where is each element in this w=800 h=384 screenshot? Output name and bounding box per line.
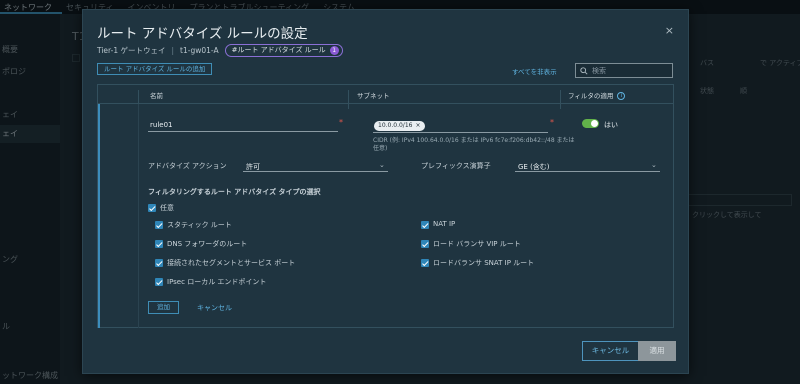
advertise-action-label: アドバタイズ アクション xyxy=(148,162,227,170)
dns-forwarder-checkbox[interactable] xyxy=(155,240,163,248)
subnet-hint: CIDR (例: IPv4 100.64.0.0/16 または IPv6 fc7… xyxy=(373,137,575,152)
ipsec-endpoint-checkbox[interactable] xyxy=(155,278,163,286)
close-icon[interactable]: × xyxy=(665,24,674,37)
route-advertisement-dialog: ルート アドバタイズ ルールの設定 × Tier-1 ゲートウェイ | t1-g… xyxy=(82,9,689,374)
rules-table: 名前 サブネット フィルタの適用 i rule01 * 10.0.0.0/16 × … xyxy=(97,84,674,328)
lb-vip-label: ロード バランサ VIP ルート xyxy=(433,240,521,248)
column-header-filter: フィルタの適用 i xyxy=(568,90,626,100)
breadcrumb: Tier-1 ゲートウェイ | t1-gw01-A #ルート アドバタイズ ルー… xyxy=(97,44,343,57)
connected-segment-checkbox[interactable] xyxy=(155,259,163,267)
filter-toggle[interactable] xyxy=(582,119,599,128)
dialog-title: ルート アドバタイズ ルールの設定 xyxy=(97,26,308,42)
table-header: 名前 サブネット フィルタの適用 i xyxy=(98,85,673,109)
search-placeholder: 検索 xyxy=(592,66,606,75)
rule-pill-label: #ルート アドバタイズ ルール xyxy=(231,46,326,54)
remove-chip-icon[interactable]: × xyxy=(415,122,420,129)
info-icon[interactable]: i xyxy=(617,92,626,100)
static-route-checkbox[interactable] xyxy=(155,221,163,229)
hide-all-link[interactable]: すべてを非表示 xyxy=(512,66,557,76)
row-column-divider xyxy=(138,104,139,328)
prefix-operator-select[interactable] xyxy=(515,171,660,172)
rule-count-badge: 1 xyxy=(329,46,339,55)
gateway-type-label: Tier-1 ゲートウェイ xyxy=(97,46,166,55)
cancel-link[interactable]: キャンセル xyxy=(197,303,232,313)
chevron-down-icon[interactable]: ⌄ xyxy=(379,161,385,169)
prefix-operator-label: プレフィックス演算子 xyxy=(421,162,491,170)
add-route-rule-button[interactable]: ルート アドバタイズ ルールの追加 xyxy=(97,63,213,75)
filter-toggle-label: はい xyxy=(604,121,618,129)
ipsec-endpoint-label: IPsec ローカル エンドポイント xyxy=(167,278,267,286)
nat-ip-checkbox[interactable] xyxy=(421,221,429,229)
rule-name-input[interactable] xyxy=(148,131,338,132)
search-icon xyxy=(580,66,588,75)
subnet-chip: 10.0.0.0/16 × xyxy=(374,121,425,131)
breadcrumb-separator: | xyxy=(171,46,175,55)
nat-ip-label: NAT IP xyxy=(433,220,456,228)
lb-snat-label: ロードバランサ SNAT IP ルート xyxy=(433,259,535,267)
gateway-name-label: t1-gw01-A xyxy=(180,46,219,55)
lb-snat-checkbox[interactable] xyxy=(421,259,429,267)
row-edit-indicator xyxy=(98,104,100,328)
subnet-chip-label: 10.0.0.0/16 xyxy=(378,122,413,129)
subnet-input[interactable] xyxy=(373,132,548,133)
cancel-button[interactable]: キャンセル xyxy=(582,341,639,361)
add-button[interactable]: 追加 xyxy=(148,301,179,314)
static-route-label: スタティック ルート xyxy=(167,221,232,229)
dns-forwarder-label: DNS フォワーダのルート xyxy=(167,240,248,248)
search-input[interactable]: 検索 xyxy=(575,63,673,78)
column-header-subnet: サブネット xyxy=(357,92,390,100)
connected-segment-label: 接続されたセグメントとサービス ポート xyxy=(167,259,296,267)
lb-vip-checkbox[interactable] xyxy=(421,240,429,248)
chevron-down-icon[interactable]: ⌄ xyxy=(651,161,657,169)
advertise-action-select[interactable] xyxy=(243,171,388,172)
filter-header-label: フィルタの適用 xyxy=(568,92,614,100)
required-marker: * xyxy=(550,118,554,127)
rule-count-pill: #ルート アドバタイズ ルール 1 xyxy=(224,44,343,57)
any-checkbox-label: 任意 xyxy=(160,204,174,212)
column-separator xyxy=(348,90,349,109)
any-checkbox[interactable] xyxy=(148,204,156,212)
rule-name-value: rule01 xyxy=(150,121,173,129)
column-header-name: 名前 xyxy=(150,92,163,100)
required-marker: * xyxy=(339,118,343,127)
apply-button[interactable]: 適用 xyxy=(638,341,676,361)
filter-types-title: フィルタリングするルート アドバタイズ タイプの選択 xyxy=(148,188,321,196)
column-separator xyxy=(560,90,561,109)
